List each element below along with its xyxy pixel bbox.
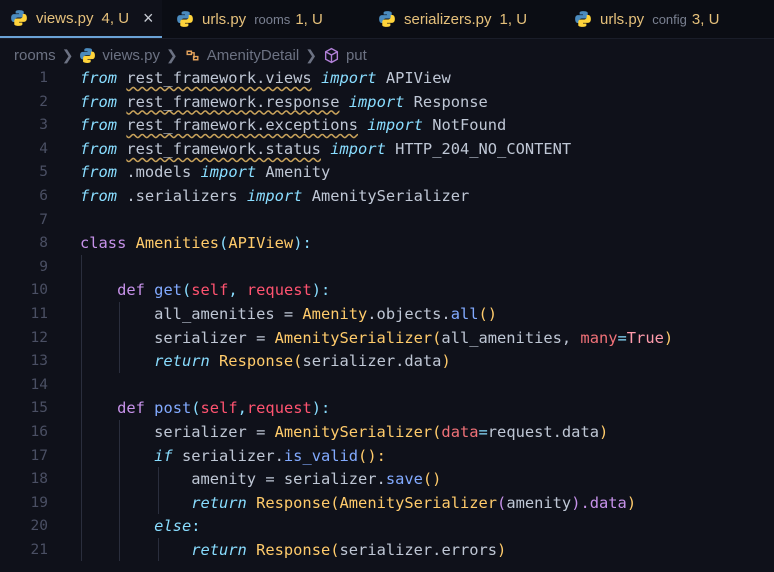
code-line: 13 return Response(serializer.data) — [0, 350, 774, 374]
line-number: 3 — [39, 117, 48, 134]
breadcrumb-folder[interactable]: rooms — [14, 47, 56, 64]
line-number: 9 — [39, 258, 48, 275]
line-number: 19 — [30, 494, 48, 511]
python-file-icon — [379, 11, 395, 27]
code-line: 11 all_amenities = Amenity.objects.all() — [0, 303, 774, 327]
tab-label: urls.py — [202, 10, 247, 28]
line-number: 11 — [30, 306, 48, 322]
breadcrumb-file[interactable]: views.py — [102, 47, 160, 64]
line-number: 15 — [30, 400, 48, 417]
python-file-icon — [575, 11, 591, 27]
tab-problem-count: 4, U — [101, 9, 130, 27]
code-line: 6 from .serializers import AmenitySeriali… — [0, 185, 774, 209]
code-line: 18 amenity = serializer.save() — [0, 468, 774, 492]
line-number: 5 — [39, 164, 48, 181]
python-file-icon — [177, 11, 193, 27]
chevron-right-icon: ❯ — [61, 46, 74, 63]
tab-problem-count: 1, U — [295, 10, 323, 28]
code-line: 14 — [0, 374, 774, 398]
tab-label: serializers.py — [404, 10, 492, 28]
line-number: 13 — [30, 353, 48, 370]
line-number: 8 — [39, 235, 48, 252]
line-number: 17 — [30, 447, 48, 464]
tab-views-py[interactable]: views.py 4, U × — [0, 0, 162, 38]
tab-label: views.py — [36, 9, 94, 27]
breadcrumb-method[interactable]: put — [346, 47, 367, 64]
python-file-icon — [80, 47, 96, 63]
code-line: 12 serializer = AmenitySerializer(all_am… — [0, 327, 774, 351]
tab-urls-py-rooms[interactable]: urls.py rooms 1, U — [176, 0, 323, 38]
line-number: 16 — [30, 424, 48, 440]
code-line: 5 from .models import Amenity — [0, 161, 774, 185]
line-number: 12 — [30, 329, 48, 346]
line-number: 21 — [30, 542, 48, 558]
code-line: 16 serializer = AmenitySerializer(data=r… — [0, 421, 774, 445]
tab-problem-count: 1, U — [499, 10, 528, 28]
chevron-right-icon: ❯ — [305, 46, 317, 63]
code-line: 4 from rest_framework.status import HTTP_… — [0, 138, 774, 162]
code-line: 15 def post(self,request): — [0, 397, 774, 421]
line-number: 20 — [30, 518, 48, 535]
code-line: 21 return Response(serializer.errors) — [0, 539, 774, 563]
tab-folder-hint: rooms — [254, 11, 291, 27]
close-icon[interactable]: × — [143, 8, 154, 29]
code-line: 20 else: — [0, 515, 774, 539]
code-line: 7 — [0, 209, 774, 233]
breadcrumb-class[interactable]: AmenityDetail — [207, 47, 300, 64]
editor-tab-bar: views.py 4, U × urls.py rooms 1, U seria… — [0, 0, 774, 39]
line-number: 14 — [30, 376, 48, 393]
python-file-icon — [11, 10, 27, 26]
line-number: 10 — [30, 282, 48, 299]
tab-folder-hint: config — [652, 11, 687, 27]
tab-label: urls.py — [600, 10, 645, 28]
line-number: 18 — [30, 471, 48, 488]
code-line: 3 from rest_framework.exceptions import N… — [0, 114, 774, 138]
line-number: 2 — [39, 93, 48, 110]
tab-serializers-py[interactable]: serializers.py 1, U — [378, 0, 527, 38]
line-number: 6 — [39, 188, 48, 204]
code-line: 9 — [0, 256, 774, 280]
chevron-right-icon: ❯ — [165, 46, 178, 63]
method-symbol-icon — [324, 47, 339, 63]
code-line: 10 def get(self, request): — [0, 279, 774, 303]
class-symbol-icon — [186, 50, 199, 60]
tab-urls-py-config[interactable]: urls.py config 3, U — [574, 0, 719, 38]
line-number: 7 — [39, 211, 48, 228]
code-line: 1 from rest_framework.views import APIVie… — [0, 67, 774, 91]
code-line: 8 class Amenities(APIView): — [0, 232, 774, 256]
breadcrumb: rooms ❯ views.py ❯ AmenityDetail ❯ put — [14, 44, 367, 66]
line-number: 4 — [39, 140, 48, 157]
line-number: 1 — [39, 70, 48, 86]
code-line: 17 if serializer.is_valid(): — [0, 445, 774, 469]
code-line: 2 from rest_framework.response import Res… — [0, 91, 774, 115]
tab-problem-count: 3, U — [691, 10, 720, 28]
code-line: 19 return Response(AmenitySerializer(ame… — [0, 492, 774, 516]
